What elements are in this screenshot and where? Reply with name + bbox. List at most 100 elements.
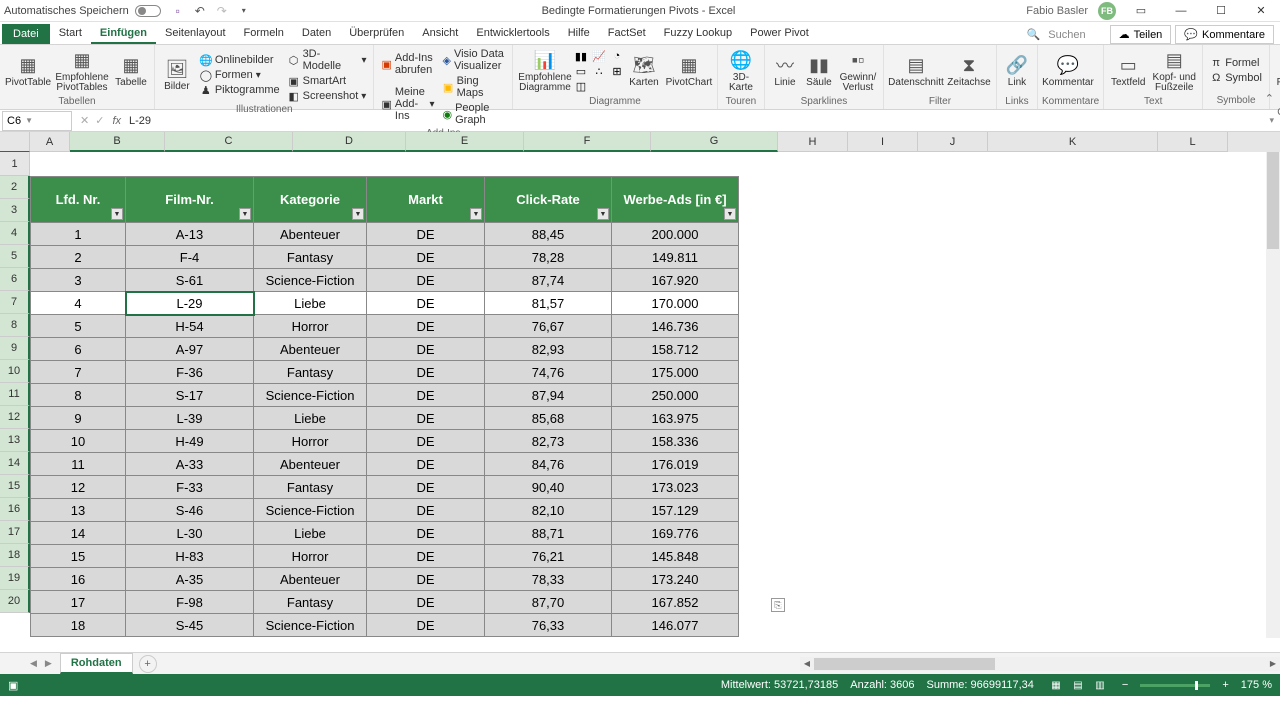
kopffusszeile-button[interactable]: ▤Kopf- und Fußzeile	[1150, 47, 1198, 95]
row-header[interactable]: 1	[0, 152, 30, 176]
table-row[interactable]: 9L-39LiebeDE85,68163.975	[31, 407, 739, 430]
avatar[interactable]: FB	[1098, 2, 1116, 20]
3dmodelle-button[interactable]: ⬡3D-Modelle ▾	[285, 47, 370, 73]
row-header[interactable]: 9	[0, 337, 30, 360]
spreadsheet-grid[interactable]: ABCDEFGHIJKL 123456789101112131415161718…	[0, 132, 1280, 652]
table-cell[interactable]: 3	[31, 269, 126, 292]
row-header[interactable]: 10	[0, 360, 30, 383]
table-cell[interactable]: 2	[31, 246, 126, 269]
tab-formeln[interactable]: Formeln	[235, 24, 293, 44]
view-pagelayout-icon[interactable]: ▤	[1068, 677, 1088, 693]
toggle-switch-icon[interactable]	[135, 5, 161, 17]
hierarchy-chart-icon[interactable]: ▭	[575, 65, 587, 77]
table-cell[interactable]: DE	[367, 338, 485, 361]
macro-record-icon[interactable]: ▣	[8, 679, 18, 692]
zoom-level[interactable]: 175 %	[1241, 679, 1272, 691]
table-cell[interactable]: DE	[367, 499, 485, 522]
table-cell[interactable]: 145.848	[612, 545, 739, 568]
table-cell[interactable]: H-49	[126, 430, 254, 453]
table-cell[interactable]: 82,10	[485, 499, 612, 522]
row-header[interactable]: 19	[0, 567, 30, 590]
table-cell[interactable]: 11	[31, 453, 126, 476]
table-cell[interactable]: DE	[367, 407, 485, 430]
table-cell[interactable]: DE	[367, 384, 485, 407]
table-cell[interactable]: 4	[31, 292, 126, 315]
tab-entwicklertools[interactable]: Entwicklertools	[467, 24, 558, 44]
table-row[interactable]: 18S-45Science-FictionDE76,33146.077	[31, 614, 739, 637]
sheet-nav-prev-icon[interactable]: ◀	[30, 658, 37, 669]
kommentar-button[interactable]: 💬Kommentar	[1042, 47, 1094, 95]
table-cell[interactable]: Science-Fiction	[254, 269, 367, 292]
table-cell[interactable]: 10	[31, 430, 126, 453]
table-header[interactable]: Kategorie▼	[254, 177, 367, 223]
table-cell[interactable]: 149.811	[612, 246, 739, 269]
karten-button[interactable]: 🗺Karten	[625, 47, 663, 95]
scroll-right-icon[interactable]: ▶	[1266, 657, 1280, 671]
row-header[interactable]: 6	[0, 268, 30, 291]
column-header[interactable]: J	[918, 132, 988, 152]
table-cell[interactable]: Fantasy	[254, 361, 367, 384]
row-header[interactable]: 4	[0, 222, 30, 245]
fx-icon[interactable]: fx	[112, 115, 121, 127]
row-header[interactable]: 12	[0, 406, 30, 429]
link-button[interactable]: 🔗Link	[1001, 47, 1033, 95]
table-cell[interactable]: A-33	[126, 453, 254, 476]
table-cell[interactable]: 158.336	[612, 430, 739, 453]
table-cell[interactable]: 16	[31, 568, 126, 591]
table-cell[interactable]: 87,74	[485, 269, 612, 292]
table-header[interactable]: Film-Nr.▼	[126, 177, 254, 223]
table-cell[interactable]: 167.852	[612, 591, 739, 614]
table-cell[interactable]: Liebe	[254, 292, 367, 315]
table-row[interactable]: 7F-36FantasyDE74,76175.000	[31, 361, 739, 384]
table-row[interactable]: 12F-33FantasyDE90,40173.023	[31, 476, 739, 499]
view-pagebreak-icon[interactable]: ▥	[1090, 677, 1110, 693]
people-graph-button[interactable]: ◉People Graph	[439, 101, 507, 127]
table-cell[interactable]: Abenteuer	[254, 223, 367, 246]
table-header[interactable]: Werbe-Ads [in €]▼	[612, 177, 739, 223]
smart-tag-icon[interactable]: ⎘	[771, 598, 785, 612]
table-cell[interactable]: L-29	[126, 292, 254, 315]
table-cell[interactable]: DE	[367, 315, 485, 338]
row-header[interactable]: 11	[0, 383, 30, 406]
table-cell[interactable]: 88,45	[485, 223, 612, 246]
table-cell[interactable]: DE	[367, 476, 485, 499]
table-cell[interactable]: 76,21	[485, 545, 612, 568]
table-cell[interactable]: A-97	[126, 338, 254, 361]
visio-button[interactable]: ◈Visio Data Visualizer	[439, 47, 507, 73]
table-cell[interactable]: Abenteuer	[254, 453, 367, 476]
combo-chart-icon[interactable]: ◫	[575, 80, 587, 92]
tab-datei[interactable]: Datei	[2, 24, 50, 44]
row-header[interactable]: 2	[0, 176, 30, 199]
table-cell[interactable]: 167.920	[612, 269, 739, 292]
table-row[interactable]: 17F-98FantasyDE87,70167.852	[31, 591, 739, 614]
table-cell[interactable]: Science-Fiction	[254, 499, 367, 522]
symbol-button[interactable]: ΩSymbol	[1207, 71, 1265, 85]
table-cell[interactable]: 157.129	[612, 499, 739, 522]
column-header[interactable]: I	[848, 132, 918, 152]
table-header[interactable]: Lfd. Nr.▼	[31, 177, 126, 223]
table-cell[interactable]: S-45	[126, 614, 254, 637]
table-cell[interactable]: Fantasy	[254, 591, 367, 614]
sheet-nav-next-icon[interactable]: ▶	[45, 658, 52, 669]
row-header[interactable]: 5	[0, 245, 30, 268]
table-cell[interactable]: 9	[31, 407, 126, 430]
tab-daten[interactable]: Daten	[293, 24, 340, 44]
table-cell[interactable]: H-54	[126, 315, 254, 338]
table-cell[interactable]: Abenteuer	[254, 338, 367, 361]
table-cell[interactable]: Liebe	[254, 522, 367, 545]
table-cell[interactable]: 1	[31, 223, 126, 246]
table-cell[interactable]: S-61	[126, 269, 254, 292]
tab-ansicht[interactable]: Ansicht	[413, 24, 467, 44]
close-icon[interactable]: ✕	[1246, 1, 1276, 21]
table-cell[interactable]: 5	[31, 315, 126, 338]
table-cell[interactable]: DE	[367, 453, 485, 476]
table-cell[interactable]: 169.776	[612, 522, 739, 545]
table-cell[interactable]: F-36	[126, 361, 254, 384]
table-cell[interactable]: DE	[367, 246, 485, 269]
tabelle-button[interactable]: ▦Tabelle	[112, 47, 150, 95]
column-header[interactable]: A	[30, 132, 70, 152]
view-normal-icon[interactable]: ▦	[1046, 677, 1066, 693]
row-header[interactable]: 14	[0, 452, 30, 475]
autosave-toggle[interactable]: Automatisches Speichern	[4, 5, 161, 17]
table-row[interactable]: 16A-35AbenteuerDE78,33173.240	[31, 568, 739, 591]
